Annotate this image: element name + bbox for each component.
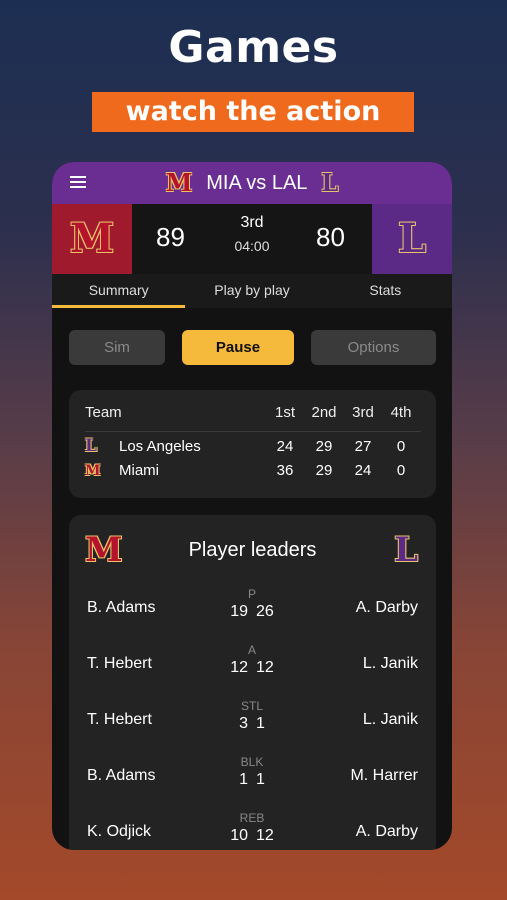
stat-values: 19 26 [209,603,295,621]
hero-subtitle-banner: watch the action [92,92,414,132]
stat-values: 11 [209,771,295,789]
quarter-score: 0 [396,438,406,455]
away-score: 80 [316,222,345,252]
top-bar: M MIA vs LAL L [52,162,452,204]
away-leader-name[interactable]: L. Janik [363,655,418,673]
miami-logo-icon: M [69,215,115,262]
away-leader-name[interactable]: A. Darby [356,599,418,617]
away-leader-name[interactable]: L. Janik [363,711,418,729]
leader-row: K. Odjick REB 10 12 A. Darby [69,811,436,850]
quarter-scores-card: Team 1st 2nd 3rd 4th L Los Angeles 24 29… [69,390,436,498]
home-score: 89 [156,222,185,252]
leader-row: B. Adams BLK 11 M. Harrer [69,755,436,799]
home-stat-value: 12 [230,659,248,676]
stat-label: REB [239,811,265,825]
team-column-header: Team [85,404,122,421]
stat-values: 31 [209,715,295,733]
leader-row: B. Adams P 19 26 A. Darby [69,587,436,631]
pause-button[interactable]: Pause [182,330,294,365]
home-stat-value: 3 [239,715,248,732]
tab-play-by-play[interactable]: Play by play [185,274,318,308]
q2-header: 2nd [311,404,337,421]
leader-row: T. Hebert A 12 12 L. Janik [69,643,436,687]
sim-button[interactable]: Sim [69,330,165,365]
lakers-logo-icon: L [394,530,418,570]
q1-header: 1st [274,404,295,421]
quarter-score: 29 [315,462,333,479]
away-leader-name[interactable]: A. Darby [356,823,418,841]
q4-header: 4th [390,404,412,421]
player-leaders-card: M Player leaders L B. Adams P 19 26 A. Da… [69,515,436,850]
stat-label: BLK [240,755,264,769]
home-stat-value: 19 [230,603,248,620]
quarter-score: 0 [396,462,406,479]
quarter-score: 27 [354,438,372,455]
player-leaders-title: Player leaders [188,539,317,561]
tab-summary[interactable]: Summary [52,274,186,308]
miami-logo-icon: M [85,463,101,479]
hamburger-menu-icon[interactable] [70,176,86,188]
tab-bar: Summary Play by play Stats [52,274,452,308]
home-stat-value: 1 [239,771,248,788]
stat-label: A [247,643,256,657]
quarter-header-row: Team 1st 2nd 3rd 4th [85,404,421,426]
miami-logo-icon: M [165,168,193,197]
away-team-block[interactable]: L [372,204,452,274]
stat-label: P [247,587,256,601]
scoreboard: M 89 3rd 04:00 80 L [52,204,452,274]
sim-controls: Sim Pause Options [69,330,436,366]
game-title: MIA vs LAL [206,171,308,194]
stat-values: 10 12 [209,827,295,845]
team-name: Miami [119,462,159,479]
game-period: 3rd [240,214,264,231]
hero-title: Games [168,22,339,73]
game-clock: 04:00 [234,238,270,254]
lakers-logo-icon: L [397,215,427,262]
quarter-score: 24 [276,438,294,455]
lakers-logo-icon: L [85,436,97,456]
home-leader-name[interactable]: B. Adams [87,599,155,617]
options-button[interactable]: Options [311,330,436,365]
quarter-row: M Miami 36 29 24 0 [85,462,421,484]
phone-screen: M MIA vs LAL L M 89 3rd 04:00 80 L Summa… [52,162,452,850]
quarter-score: 36 [276,462,294,479]
quarter-score: 29 [315,438,333,455]
away-leader-name[interactable]: M. Harrer [350,767,418,785]
away-stat-value: 12 [256,659,274,676]
home-stat-value: 10 [230,827,248,844]
away-stat-value: 12 [256,827,274,844]
home-leader-name[interactable]: T. Hebert [87,711,152,729]
leader-row: T. Hebert STL 31 L. Janik [69,699,436,743]
home-leader-name[interactable]: T. Hebert [87,655,152,673]
away-stat-value: 26 [256,603,274,620]
tab-stats[interactable]: Stats [319,274,452,308]
q3-header: 3rd [352,404,374,421]
stat-values: 12 12 [209,659,295,677]
home-leader-name[interactable]: B. Adams [87,767,155,785]
stat-label: STL [240,699,263,713]
lakers-logo-icon: L [321,168,339,197]
away-stat-value: 1 [256,715,265,732]
quarter-score: 24 [354,462,372,479]
divider [85,431,421,432]
home-leader-name[interactable]: K. Odjick [87,823,151,841]
away-stat-value: 1 [256,771,265,788]
quarter-row: L Los Angeles 24 29 27 0 [85,438,421,460]
team-name: Los Angeles [119,438,201,455]
home-team-block[interactable]: M [52,204,132,274]
